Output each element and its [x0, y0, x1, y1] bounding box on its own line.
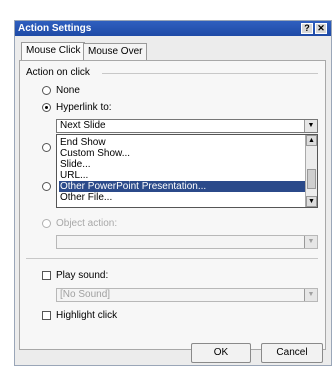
list-item[interactable]: End Show [59, 137, 106, 148]
ok-button[interactable]: OK [191, 343, 251, 363]
scroll-thumb[interactable] [307, 169, 316, 189]
help-icon: ? [304, 23, 310, 33]
play-sound-label: Play sound: [56, 270, 109, 281]
title-bar: Action Settings ? ✕ [15, 21, 331, 36]
hyperlink-combo[interactable]: Next Slide ▼ [56, 119, 318, 133]
radio-none-label: None [56, 85, 80, 96]
radio-hyperlink-label: Hyperlink to: [56, 102, 112, 113]
object-action-combo[interactable]: ▼ [56, 235, 318, 249]
chevron-down-icon[interactable]: ▼ [304, 120, 317, 132]
list-item[interactable]: Other File... [59, 192, 112, 203]
tab-mouse-over-label: Mouse Over [88, 46, 143, 57]
help-button[interactable]: ? [301, 23, 313, 34]
dialog-title: Action Settings [18, 23, 92, 34]
sound-combo[interactable]: [No Sound] ▼ [56, 288, 318, 302]
section-label: Action on click [26, 67, 90, 78]
highlight-click-checkbox[interactable] [42, 311, 51, 320]
group-divider [102, 73, 318, 74]
highlight-click-label: Highlight click [56, 310, 118, 321]
cancel-button[interactable]: Cancel [261, 343, 323, 363]
close-button[interactable]: ✕ [315, 23, 327, 34]
hyperlink-dropdown-list[interactable]: End Show Custom Show... Slide... URL... … [56, 134, 318, 208]
tab-mouse-click-label: Mouse Click [26, 45, 81, 56]
play-sound-checkbox[interactable] [42, 271, 51, 280]
list-item[interactable]: URL... [59, 170, 88, 181]
chevron-down-icon[interactable]: ▼ [304, 289, 317, 301]
hyperlink-combo-value: Next Slide [60, 120, 106, 131]
tab-mouse-click[interactable]: Mouse Click [21, 42, 86, 61]
radio-none[interactable] [42, 86, 51, 95]
tab-panel: Action on click None Hyperlink to: Next … [19, 60, 326, 350]
divider [26, 258, 318, 259]
list-item[interactable]: Custom Show... [59, 148, 130, 159]
tab-mouse-over[interactable]: Mouse Over [83, 43, 148, 60]
chevron-down-icon[interactable]: ▼ [304, 236, 317, 248]
sound-combo-value: [No Sound] [60, 289, 111, 300]
radio-object-action[interactable] [42, 219, 51, 228]
scroll-down-icon[interactable]: ▼ [306, 196, 317, 207]
list-item-selected[interactable]: Other PowerPoint Presentation... [59, 181, 305, 192]
radio-hyperlink[interactable] [42, 103, 51, 112]
scroll-up-icon[interactable]: ▲ [306, 135, 317, 146]
radio-run-program[interactable] [42, 143, 51, 152]
close-icon: ✕ [317, 23, 325, 33]
dropdown-scrollbar[interactable]: ▲ ▼ [305, 135, 317, 207]
list-item[interactable]: Slide... [59, 159, 91, 170]
action-settings-dialog: Action Settings ? ✕ Mouse Click Mouse Ov… [14, 20, 332, 366]
radio-run-macro[interactable] [42, 182, 51, 191]
radio-object-action-label: Object action: [56, 218, 118, 229]
